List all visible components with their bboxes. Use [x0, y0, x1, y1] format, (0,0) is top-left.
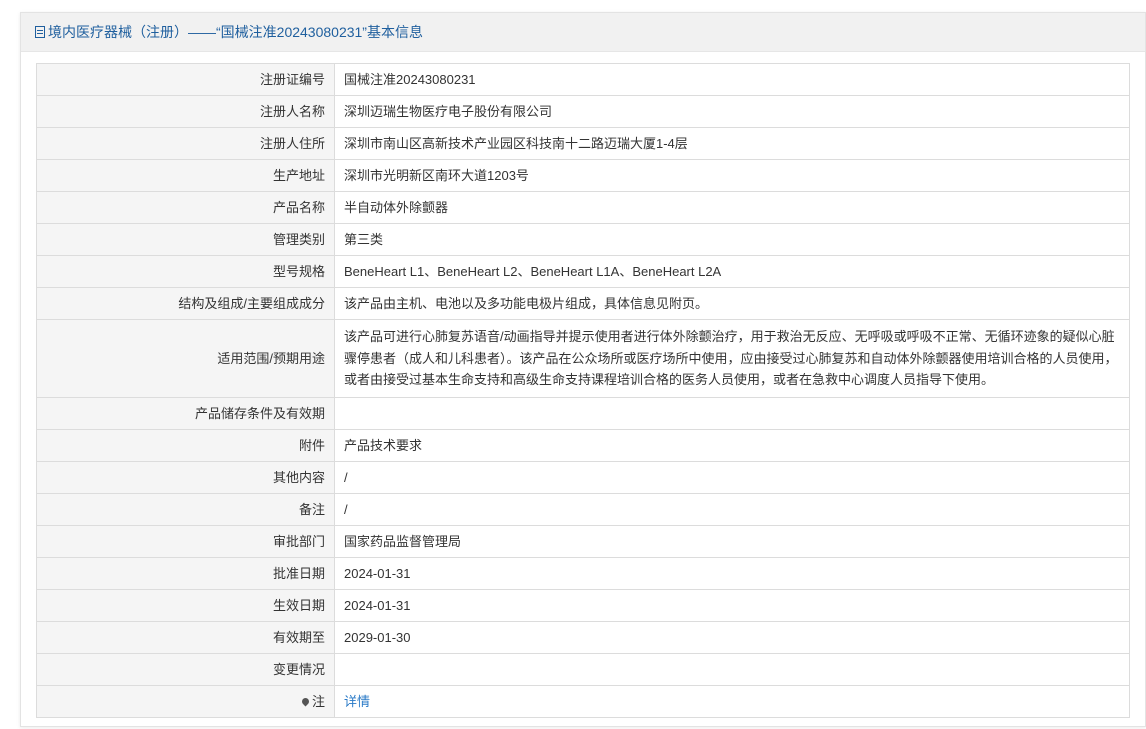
row-label: 有效期至 [36, 621, 335, 654]
table-row: 结构及组成/主要组成成分 该产品由主机、电池以及多功能电极片组成，具体信息见附页… [36, 287, 1130, 320]
table-row: 审批部门 国家药品监督管理局 [36, 525, 1130, 558]
row-label: 注 [311, 693, 325, 709]
row-label: 变更情况 [36, 653, 335, 686]
row-value: BeneHeart L1、BeneHeart L2、BeneHeart L1A、… [334, 255, 1130, 288]
row-label: 附件 [36, 429, 335, 462]
row-label: 产品储存条件及有效期 [36, 397, 335, 430]
table-row: 产品储存条件及有效期 [36, 397, 1130, 430]
row-value: 产品技术要求 [334, 429, 1130, 462]
row-label: 型号规格 [36, 255, 335, 288]
detail-panel: 境内医疗器械（注册）——“国械注准20243080231”基本信息 注册证编号 … [20, 12, 1146, 727]
table-row: 其他内容 / [36, 461, 1130, 494]
row-value: 国械注准20243080231 [334, 63, 1130, 96]
table-row: 生效日期 2024-01-31 [36, 589, 1130, 622]
table-row: 备注 / [36, 493, 1130, 526]
row-label: 生产地址 [36, 159, 335, 192]
row-value: 2024-01-31 [334, 589, 1130, 622]
table-row: 批准日期 2024-01-31 [36, 557, 1130, 590]
table-row: 适用范围/预期用途 该产品可进行心肺复苏语音/动画指导并提示使用者进行体外除颤治… [36, 319, 1130, 398]
row-label: 批准日期 [36, 557, 335, 590]
table-row: 产品名称 半自动体外除颤器 [36, 191, 1130, 224]
row-label: 生效日期 [36, 589, 335, 622]
row-value: / [334, 461, 1130, 494]
table-row: 有效期至 2029-01-30 [36, 621, 1130, 654]
row-value: 第三类 [334, 223, 1130, 256]
info-table: 注册证编号 国械注准20243080231 注册人名称 深圳迈瑞生物医疗电子股份… [36, 63, 1130, 718]
row-value [334, 397, 1130, 430]
row-value: 国家药品监督管理局 [334, 525, 1130, 558]
row-label: 审批部门 [36, 525, 335, 558]
row-value: 深圳市光明新区南环大道1203号 [334, 159, 1130, 192]
table-row: 附件 产品技术要求 [36, 429, 1130, 462]
row-value: 2024-01-31 [334, 557, 1130, 590]
note-value-cell: 详情 [334, 685, 1130, 718]
table-row: 注册证编号 国械注准20243080231 [36, 63, 1130, 96]
details-link[interactable]: 详情 [344, 694, 370, 709]
row-value: 该产品可进行心肺复苏语音/动画指导并提示使用者进行体外除颤治疗，用于救治无反应、… [334, 319, 1130, 398]
row-value: / [334, 493, 1130, 526]
row-label: 其他内容 [36, 461, 335, 494]
row-value: 2029-01-30 [334, 621, 1130, 654]
panel-header: 境内医疗器械（注册）——“国械注准20243080231”基本信息 [21, 13, 1145, 52]
document-icon [35, 26, 45, 38]
row-value: 深圳迈瑞生物医疗电子股份有限公司 [334, 95, 1130, 128]
table-row: 变更情况 [36, 653, 1130, 686]
row-label: 管理类别 [36, 223, 335, 256]
note-label-cell: 注 [36, 685, 335, 718]
table-row: 注册人名称 深圳迈瑞生物医疗电子股份有限公司 [36, 95, 1130, 128]
row-label: 备注 [36, 493, 335, 526]
row-value: 该产品由主机、电池以及多功能电极片组成，具体信息见附页。 [334, 287, 1130, 320]
table-row: 注册人住所 深圳市南山区高新技术产业园区科技南十二路迈瑞大厦1-4层 [36, 127, 1130, 160]
row-label: 结构及组成/主要组成成分 [36, 287, 335, 320]
row-label: 注册人名称 [36, 95, 335, 128]
row-value: 深圳市南山区高新技术产业园区科技南十二路迈瑞大厦1-4层 [334, 127, 1130, 160]
page-title: 境内医疗器械（注册）——“国械注准20243080231”基本信息 [48, 24, 423, 40]
table-row: 注 详情 [36, 685, 1130, 718]
row-label: 适用范围/预期用途 [36, 319, 335, 398]
pin-icon [300, 696, 311, 706]
table-row: 型号规格 BeneHeart L1、BeneHeart L2、BeneHeart… [36, 255, 1130, 288]
row-label: 产品名称 [36, 191, 335, 224]
table-row: 生产地址 深圳市光明新区南环大道1203号 [36, 159, 1130, 192]
row-value: 半自动体外除颤器 [334, 191, 1130, 224]
row-label: 注册证编号 [36, 63, 335, 96]
row-label: 注册人住所 [36, 127, 335, 160]
table-row: 管理类别 第三类 [36, 223, 1130, 256]
row-value [334, 653, 1130, 686]
